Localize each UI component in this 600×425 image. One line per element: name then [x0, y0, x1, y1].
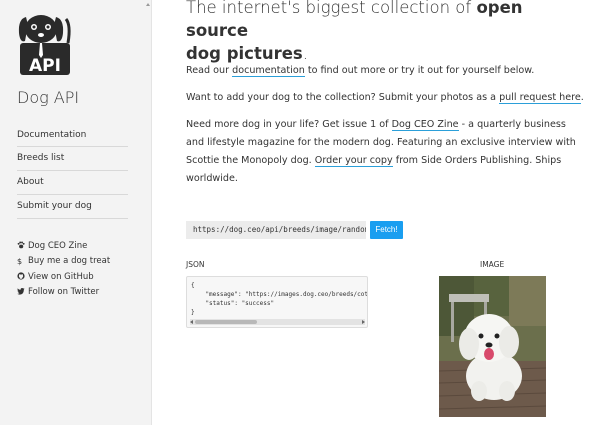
json-line: } — [191, 309, 195, 316]
order-copy-link[interactable]: Order your copy — [314, 155, 393, 167]
github-link[interactable]: View on GitHub — [17, 269, 110, 285]
dog-photo — [439, 276, 546, 417]
dog-logo-icon[interactable]: API — [16, 13, 74, 77]
github-label: View on GitHub — [28, 271, 94, 282]
fetch-button[interactable]: Fetch! — [370, 221, 403, 239]
sidebar-extras: Dog CEO Zine $ Buy me a dog treat View o… — [17, 238, 110, 300]
dog-ceo-zine-link[interactable]: Dog CEO Zine — [17, 238, 110, 254]
json-line: { — [191, 282, 195, 289]
logo-api-text: API — [29, 56, 61, 76]
twitter-link[interactable]: Follow on Twitter — [17, 285, 110, 301]
api-url-field[interactable]: https://dog.ceo/api/breeds/image/random — [186, 221, 366, 239]
dog-ceo-zine-label: Dog CEO Zine — [28, 240, 88, 251]
scroll-left-icon[interactable] — [190, 320, 193, 324]
sidebar-item-documentation[interactable]: Documentation — [17, 123, 128, 147]
hero-heading: The internet's biggest collection of ope… — [186, 0, 523, 63]
scrollbar-up-arrow[interactable] — [146, 0, 151, 10]
sidebar-item-about[interactable]: About — [17, 171, 128, 195]
json-line: "message": "https://images.dog.ceo/breed… — [205, 291, 368, 298]
scroll-right-icon[interactable] — [362, 320, 365, 324]
submit-paragraph: Want to add your dog to the collection? … — [186, 92, 584, 104]
buy-dog-treat-label: Buy me a dog treat — [28, 256, 111, 267]
twitter-icon — [17, 287, 27, 297]
json-label: JSON — [186, 260, 205, 269]
pull-request-link[interactable]: pull request here — [499, 92, 581, 104]
json-horizontal-scrollbar[interactable] — [190, 319, 365, 325]
json-line: "status": "success" — [191, 300, 275, 307]
zine-paragraph: Need more dog in your life? Get issue 1 … — [186, 119, 576, 184]
sidebar: API Dog API Documentation Breeds list Ab… — [0, 0, 152, 425]
image-label: IMAGE — [480, 260, 505, 269]
json-response-box[interactable]: { "message": "https://images.dog.ceo/bre… — [186, 276, 368, 328]
sidebar-nav: Documentation Breeds list About Submit y… — [17, 123, 128, 219]
dollar-icon: $ — [17, 256, 23, 266]
documentation-link[interactable]: documentation — [232, 65, 305, 77]
scrollbar-thumb[interactable] — [195, 320, 257, 324]
sidebar-item-submit-your-dog[interactable]: Submit your dog — [17, 195, 128, 219]
dog-ceo-zine-inline-link[interactable]: Dog CEO Zine — [391, 119, 459, 131]
sidebar-item-breeds-list[interactable]: Breeds list — [17, 147, 128, 171]
twitter-label: Follow on Twitter — [28, 287, 100, 298]
paw-icon — [17, 241, 27, 251]
brand-title[interactable]: Dog API — [17, 88, 79, 107]
intro-paragraph: Read our documentation to find out more … — [186, 65, 535, 77]
github-icon — [17, 272, 27, 282]
buy-dog-treat-link[interactable]: $ Buy me a dog treat — [17, 254, 110, 270]
